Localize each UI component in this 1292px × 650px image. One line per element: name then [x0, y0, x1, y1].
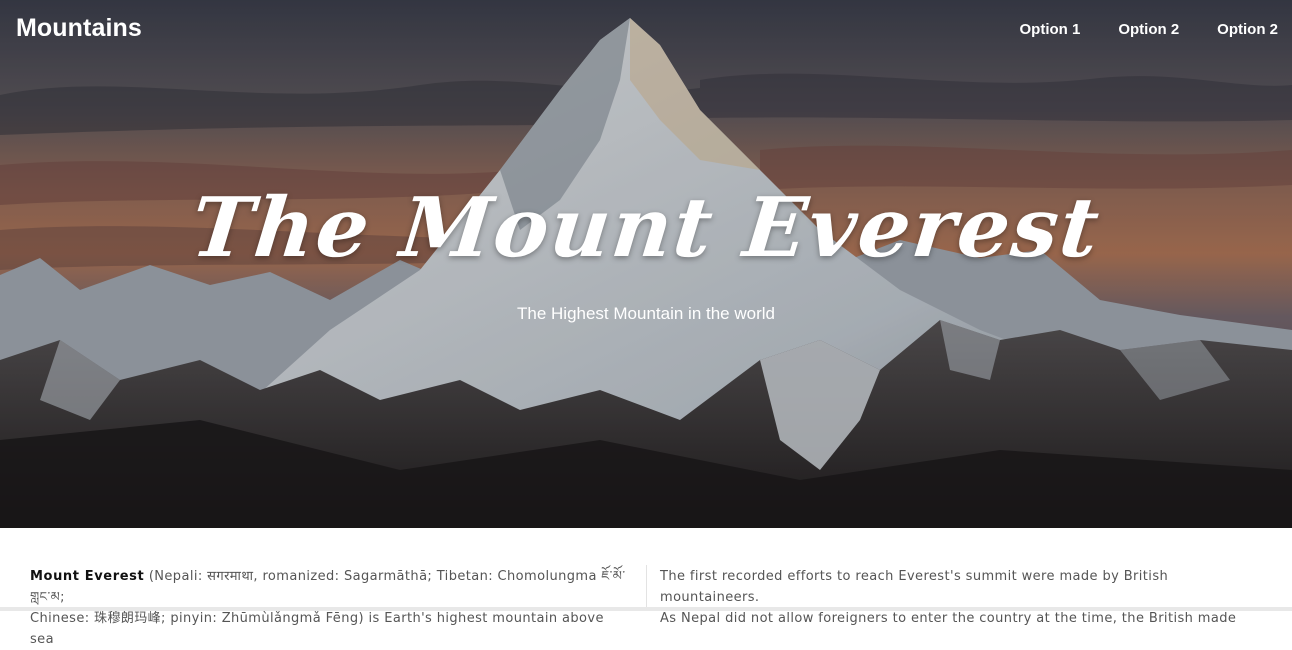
column-divider	[646, 565, 647, 611]
top-navigation: Option 1 Option 2 Option 2	[1020, 21, 1278, 38]
hero-subtitle: The Highest Mountain in the world	[517, 304, 775, 323]
article-right-line-2: As Nepal did not allow foreigners to ent…	[660, 611, 1237, 626]
hero-title: The Mount Everest	[186, 180, 1106, 276]
article-term-bold: Mount Everest	[30, 569, 145, 584]
article-section: Mount Everest (Nepali: सगरमाथा, romanize…	[0, 528, 1292, 647]
article-left-line-1: Mount Everest (Nepali: सगरमाथा, romanize…	[30, 566, 628, 608]
brand-logo-link[interactable]: Mountains	[16, 14, 142, 43]
nav-option-3[interactable]: Option 2	[1217, 21, 1278, 38]
nav-option-2[interactable]: Option 2	[1118, 21, 1179, 38]
article-column-right: The first recorded efforts to reach Ever…	[660, 566, 1270, 629]
article-left-line-2: Chinese: 珠穆朗玛峰; pinyin: Zhūmùlǎngmǎ Fēng…	[30, 611, 604, 647]
article-right-line-1: The first recorded efforts to reach Ever…	[660, 569, 1169, 605]
horizontal-scrollbar[interactable]	[0, 607, 1292, 611]
hero-banner: Mountains Option 1 Option 2 Option 2 The…	[0, 0, 1292, 528]
nav-option-1[interactable]: Option 1	[1020, 21, 1081, 38]
